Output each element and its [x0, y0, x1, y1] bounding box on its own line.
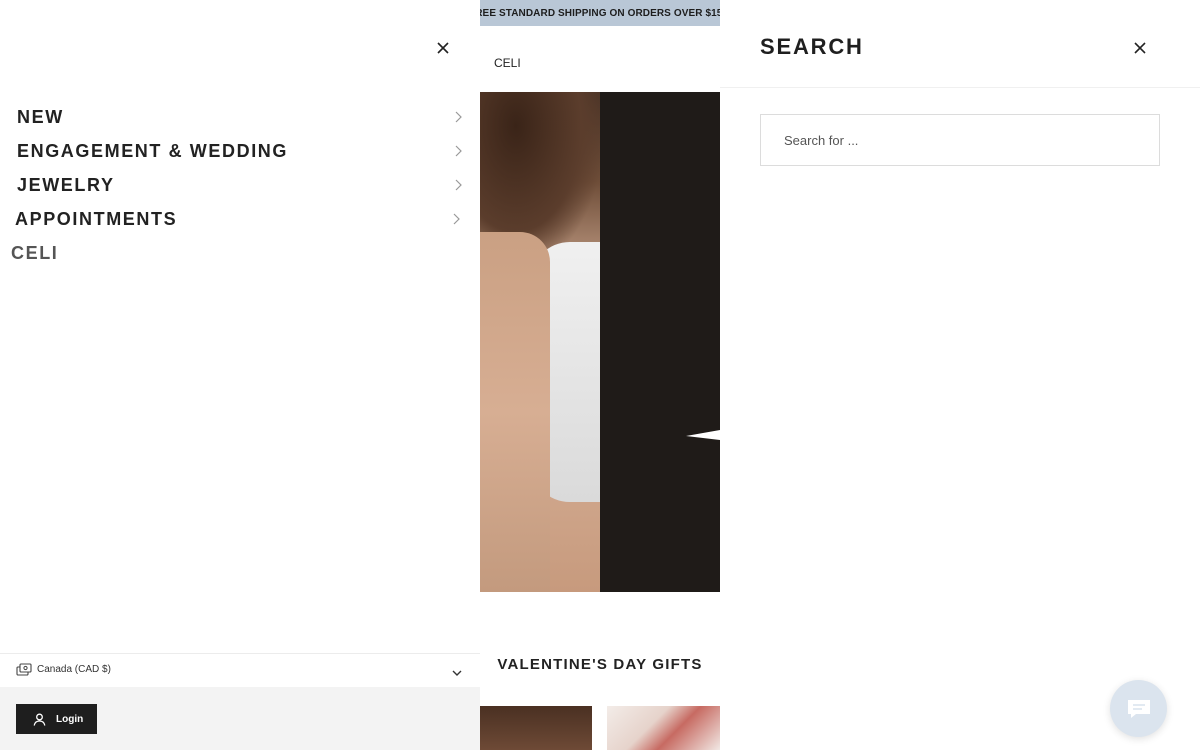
page: FREE STANDARD SHIPPING ON ORDERS OVER $1…: [0, 0, 1200, 750]
chat-button[interactable]: [1110, 680, 1167, 737]
background-page: FREE STANDARD SHIPPING ON ORDERS OVER $1…: [480, 0, 720, 750]
menu-item-label: ENGAGEMENT & WEDDING: [17, 140, 289, 161]
hero-arm: [480, 232, 550, 592]
menu-item-label: JEWELRY: [17, 174, 115, 195]
brand-logo[interactable]: CELI: [494, 56, 521, 70]
drawer-footer: Canada (CAD $) Login: [0, 653, 480, 750]
chevron-right-icon: [453, 178, 463, 192]
hero-image-right: [600, 92, 720, 592]
hero-image-left: [480, 92, 600, 592]
menu-item-appointments[interactable]: APPOINTMENTS: [0, 202, 480, 236]
close-search-button[interactable]: [1128, 36, 1152, 60]
close-menu-button[interactable]: [431, 36, 455, 60]
menu-item-engagement-wedding[interactable]: ENGAGEMENT & WEDDING: [0, 134, 480, 168]
search-title: SEARCH: [760, 34, 864, 59]
menu-list: NEW ENGAGEMENT & WEDDING JEWELRY APPOINT…: [0, 100, 480, 270]
menu-item-label: NEW: [17, 106, 64, 127]
section-title: VALENTINE'S DAY GIFTS: [497, 656, 703, 673]
menu-item-jewelry[interactable]: JEWELRY: [0, 168, 480, 202]
chevron-right-icon: [451, 212, 461, 226]
chevron-right-icon: [453, 110, 463, 124]
menu-item-label: APPOINTMENTS: [15, 208, 178, 229]
currency-label: Canada (CAD $): [37, 664, 111, 675]
menu-item-celi[interactable]: CELI: [0, 236, 480, 270]
product-thumbnail[interactable]: [480, 706, 592, 750]
close-icon: [437, 42, 449, 54]
hero-gleam: [686, 430, 720, 440]
currency-selector[interactable]: Canada (CAD $): [0, 654, 480, 687]
product-thumbnail[interactable]: [607, 706, 720, 750]
search-panel: SEARCH: [720, 0, 1200, 750]
login-button[interactable]: Login: [16, 704, 97, 734]
user-icon: [33, 712, 47, 726]
chevron-down-icon: [451, 665, 463, 676]
login-label: Login: [56, 713, 84, 725]
menu-item-label: CELI: [11, 242, 59, 263]
search-input[interactable]: [760, 114, 1160, 166]
search-header: SEARCH: [720, 0, 1200, 88]
currency-icon: [16, 663, 32, 677]
close-icon: [1134, 42, 1146, 54]
chevron-right-icon: [453, 144, 463, 158]
menu-drawer: NEW ENGAGEMENT & WEDDING JEWELRY APPOINT…: [0, 0, 480, 750]
menu-item-new[interactable]: NEW: [0, 100, 480, 134]
chat-icon: [1127, 699, 1150, 718]
hero-image: [480, 92, 720, 592]
announcement-bar: FREE STANDARD SHIPPING ON ORDERS OVER $1…: [480, 0, 720, 26]
